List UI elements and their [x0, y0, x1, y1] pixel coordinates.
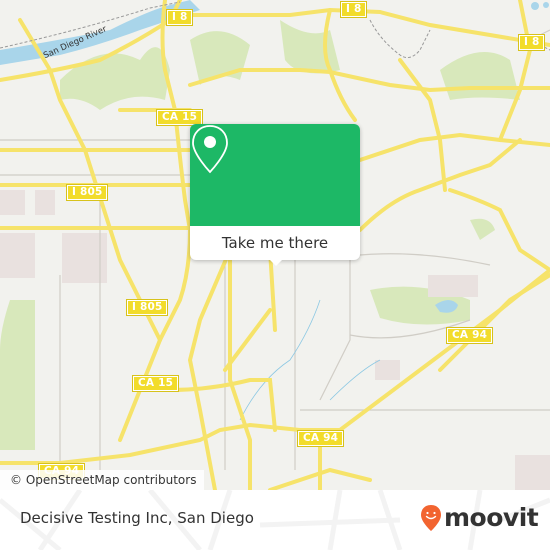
moovit-pin-icon: [421, 505, 441, 531]
highway-shield-i805: I 805: [125, 299, 169, 316]
brand-name: moovit: [444, 503, 539, 532]
highway-shield-ca15: CA 15: [131, 375, 180, 392]
highway-shield-ca94: CA 94: [296, 430, 345, 447]
place-title: Decisive Testing Inc, San Diego: [20, 509, 254, 527]
popup-header: [190, 124, 360, 226]
highway-shield-i8: I 8: [165, 9, 194, 26]
take-me-there-button[interactable]: Take me there: [190, 226, 360, 260]
map-attribution[interactable]: © OpenStreetMap contributors: [0, 470, 205, 490]
highway-shield-ca15: CA 15: [155, 109, 204, 126]
map-pin-icon: [192, 125, 228, 174]
highway-shield-i8: I 8: [339, 1, 368, 18]
highway-shield-i805: I 805: [65, 184, 109, 201]
highway-shield-i8: I 8: [517, 34, 546, 51]
location-popup: Take me there: [190, 124, 360, 266]
highway-shield-ca94: CA 94: [445, 327, 494, 344]
footer: Decisive Testing Inc, San Diego moovit: [0, 490, 550, 550]
map-view[interactable]: San Diego River I 8 I 8 I 8 CA 15 I 805 …: [0, 0, 550, 490]
popup-tail: [268, 258, 284, 266]
